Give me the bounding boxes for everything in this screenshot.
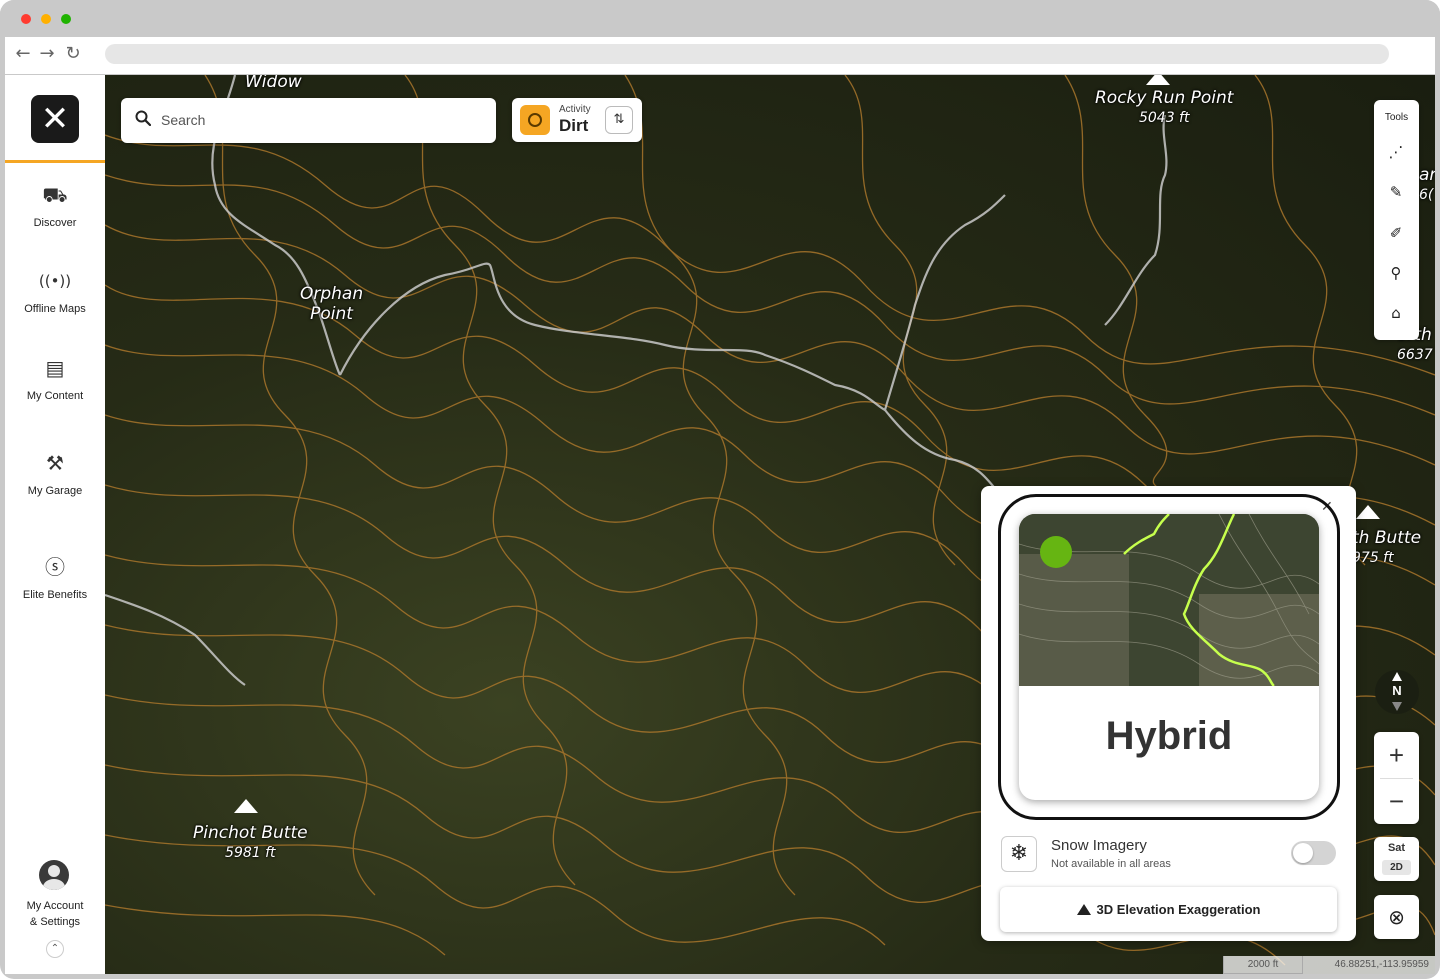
- rocky-name: Rocky Run Point: [1095, 88, 1234, 108]
- zoom-controls: + −: [1374, 732, 1419, 824]
- search-box[interactable]: [121, 98, 496, 143]
- avatar[interactable]: [39, 860, 69, 890]
- hybrid-preview-image: [1019, 514, 1319, 686]
- snowflake-icon: ❄: [1001, 836, 1037, 872]
- zoom-out-button[interactable]: −: [1374, 778, 1419, 824]
- dirt-activity-icon: [520, 105, 550, 135]
- map-label-widow[interactable]: Widow: [245, 75, 302, 92]
- elevation-button-label: 3D Elevation Exaggeration: [1096, 902, 1261, 917]
- search-icon: [135, 110, 151, 126]
- sidebar-item-label: Discover: [33, 217, 77, 229]
- activity-selector[interactable]: Activity Dirt ⇅: [512, 98, 642, 142]
- snow-imagery-title: Snow Imagery: [1051, 837, 1147, 854]
- sidebar-item-discover[interactable]: ⛟ Discover: [5, 180, 105, 231]
- maximize-window-button[interactable]: [61, 14, 71, 24]
- sidebar-item-my-garage[interactable]: ⚒ My Garage: [5, 448, 105, 499]
- sidebar-item-label: Offline Maps: [24, 303, 86, 315]
- my-garage-icon: ⚒: [46, 451, 64, 475]
- back-arrow-icon[interactable]: ←: [12, 43, 34, 65]
- map-label-edge-fragment[interactable]: ar 6(: [1419, 165, 1435, 205]
- map-label-pinchot-butte[interactable]: Pinchot Butte 5981 ft: [193, 823, 308, 863]
- pinchot-elevation: 5981 ft: [225, 845, 276, 861]
- tools-label: Tools: [1384, 112, 1409, 123]
- compass-south-arrow-icon: [1392, 702, 1402, 711]
- minimize-window-button[interactable]: [41, 14, 51, 24]
- activity-label: Activity: [559, 104, 591, 115]
- draw-line-tool-icon[interactable]: ✎: [1383, 179, 1409, 205]
- layer-mode-label: 2D: [1382, 860, 1411, 875]
- app-logo-icon[interactable]: ✕: [31, 95, 79, 143]
- snow-imagery-subtitle: Not available in all areas: [1051, 858, 1171, 870]
- zoom-in-button[interactable]: +: [1374, 732, 1419, 778]
- search-input[interactable]: [161, 108, 481, 132]
- compass-north-arrow-icon: [1392, 672, 1402, 681]
- edge-fragment-2: 6(: [1419, 187, 1434, 203]
- sidebar-item-offline-maps[interactable]: ((•)) Offline Maps: [5, 266, 105, 317]
- draw-shape-tool-icon[interactable]: ✐: [1383, 220, 1409, 246]
- pinchot-name: Pinchot Butte: [193, 823, 308, 843]
- rocky-elevation: 5043 ft: [1138, 110, 1190, 126]
- map-layer-panel: ✕ Hybrid ❄ Snow Imagery Not available in…: [981, 486, 1356, 941]
- mountain-icon: [1076, 904, 1091, 915]
- locate-me-icon[interactable]: ⊗: [1374, 895, 1419, 939]
- title-bar: [0, 0, 1440, 37]
- butte-name: th Butte: [1352, 528, 1422, 548]
- butte-elevation: 975 ft: [1352, 550, 1394, 566]
- orphan-line1: Orphan: [300, 284, 364, 304]
- sidebar: ✕ ⛟ Discover ((•)) Offline Maps ▤ My Con…: [5, 75, 105, 974]
- browser-toolbar: ← → ↻: [5, 37, 1435, 74]
- tools-panel: Tools ⋰ ✎ ✐ ⚲ ⌂: [1374, 100, 1419, 340]
- sidebar-item-label: Elite Benefits: [22, 589, 88, 601]
- peak-marker-icon[interactable]: [1146, 75, 1170, 85]
- discover-icon: ⛟: [42, 183, 68, 207]
- sidebar-item-label: My Content: [26, 390, 84, 402]
- browser-window: ← → ↻ ✕ ⛟ Discover ((•)) Offline Maps ▤ …: [0, 0, 1440, 979]
- logo-area: ✕: [5, 75, 105, 163]
- account-label-line1: My Account: [26, 900, 84, 912]
- scale-bar: 2000 ft: [1223, 956, 1303, 974]
- edge-fragment-1: ar: [1419, 165, 1435, 185]
- peak-marker-icon[interactable]: [234, 799, 258, 813]
- account-label-line2: & Settings: [29, 916, 81, 928]
- compass-label: N: [1392, 683, 1402, 698]
- map-view[interactable]: Widow Orphan Point Rocky Run Point 5043 …: [105, 75, 1435, 974]
- activity-value: Dirt: [559, 116, 589, 135]
- route-tool-icon[interactable]: ⋰: [1383, 139, 1409, 165]
- layer-card-title: Hybrid: [1105, 714, 1233, 758]
- map-label-orphan-point[interactable]: Orphan Point: [300, 284, 363, 324]
- layer-type-label: Sat: [1387, 842, 1406, 854]
- north-elevation: 6637: [1397, 347, 1433, 363]
- sidebar-item-label: My Garage: [27, 485, 83, 497]
- sidebar-item-elite-benefits[interactable]: ⓢ Elite Benefits: [5, 552, 105, 603]
- camera-icon[interactable]: ⌂: [1383, 300, 1409, 326]
- orphan-line2: Point: [310, 304, 353, 324]
- waypoint-pin-icon[interactable]: ⚲: [1383, 260, 1409, 286]
- reload-icon[interactable]: ↻: [62, 43, 84, 65]
- filter-sliders-icon[interactable]: ⇅: [605, 106, 633, 134]
- map-layer-button[interactable]: Sat 2D: [1374, 837, 1419, 881]
- peak-marker-icon[interactable]: [1356, 505, 1380, 519]
- elite-benefits-icon: ⓢ: [45, 555, 65, 579]
- elevation-exaggeration-button[interactable]: 3D Elevation Exaggeration: [1000, 887, 1337, 932]
- address-bar[interactable]: [105, 44, 1389, 64]
- close-window-button[interactable]: [21, 14, 31, 24]
- forward-arrow-icon[interactable]: →: [36, 43, 58, 65]
- map-label-butte[interactable]: th Butte 975 ft: [1352, 528, 1421, 568]
- map-label-rocky-run-point[interactable]: Rocky Run Point 5043 ft: [1095, 88, 1233, 128]
- account-settings-link[interactable]: My Account & Settings: [5, 898, 105, 930]
- compass-button[interactable]: N: [1375, 670, 1419, 714]
- offline-maps-icon: ((•)): [38, 272, 72, 290]
- coordinates-readout: 46.88251,-113.95959: [1303, 956, 1435, 974]
- chevron-up-icon[interactable]: ⌃: [46, 940, 64, 958]
- snow-imagery-toggle[interactable]: [1291, 841, 1336, 865]
- my-content-icon: ▤: [45, 356, 65, 380]
- layer-card-hybrid[interactable]: Hybrid: [1019, 514, 1319, 800]
- sidebar-item-my-content[interactable]: ▤ My Content: [5, 353, 105, 404]
